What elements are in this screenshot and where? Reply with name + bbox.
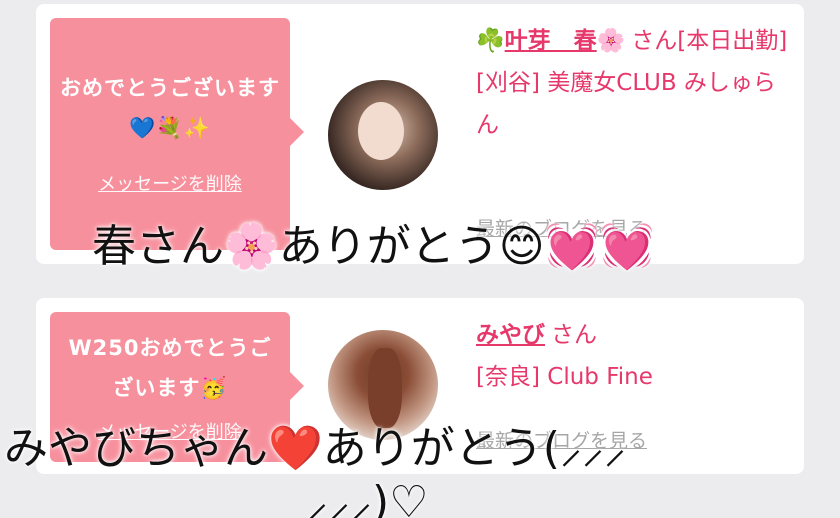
cast-name-link[interactable]: 叶芽 春	[505, 28, 597, 54]
shop-name: [刈谷] 美魔女CLUB みしゅらん	[476, 70, 776, 138]
overlay-caption: みやびちゃん❤️ありがとう(⸝⸝⸝	[4, 423, 626, 474]
delete-message-link[interactable]: メッセージを削除	[98, 170, 242, 196]
message-text: W250おめでとうございます🥳	[68, 336, 272, 400]
blossom-icon: 🌸	[596, 28, 626, 54]
cast-info: みやび さん [奈良] Club Fine	[476, 314, 796, 398]
overlay-caption: 春さん🌸ありがとう😊💓💓	[92, 221, 655, 272]
shop-name: [奈良] Club Fine	[476, 364, 653, 390]
avatar-face	[358, 102, 404, 160]
clover-icon: ☘️	[476, 28, 505, 54]
cast-name-link[interactable]: みやび	[476, 322, 545, 348]
cast-status: さん	[551, 322, 597, 348]
cast-status: さん[本日出勤]	[631, 28, 788, 54]
avatar[interactable]	[328, 80, 438, 190]
message-text: おめでとうございます💙💐✨	[60, 76, 280, 140]
cast-info: ☘️叶芽 春🌸 さん[本日出勤] [刈谷] 美魔女CLUB みしゅらん	[476, 20, 796, 146]
overlay-caption: ⸝⸝⸝)♡	[306, 477, 429, 518]
